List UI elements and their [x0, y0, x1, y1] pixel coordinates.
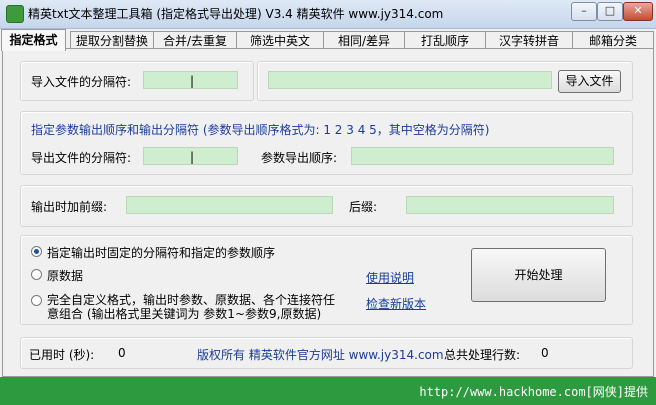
import-path-input[interactable] — [268, 71, 552, 89]
footer-group: 已用时 (秒): 0 版权所有 精英软件官方网址 www.jy314.com 总… — [20, 337, 633, 369]
status-bar: http://www.hackhome.com[网侠]提供 — [0, 377, 656, 405]
options-group: 指定输出时固定的分隔符和指定的参数顺序 原数据 完全自定义格式，输出时参数、原数… — [20, 235, 633, 325]
total-lines-label: 总共处理行数: — [444, 348, 521, 362]
option-fixed-label[interactable]: 指定输出时固定的分隔符和指定的参数顺序 — [47, 244, 275, 261]
import-separator-group: 导入文件的分隔符: | — [20, 61, 254, 101]
import-separator-label: 导入文件的分隔符: — [31, 75, 132, 89]
suffix-label: 后缀: — [349, 200, 378, 214]
prefix-input[interactable] — [126, 196, 333, 214]
elapsed-label: 已用时 (秒): — [29, 348, 95, 362]
option-custom-label-line2[interactable]: 意组合 (输出格式里关键词为 参数1~参数9,原数据) — [47, 305, 321, 322]
suffix-input[interactable] — [406, 196, 614, 214]
minimize-button[interactable]: – — [571, 2, 597, 21]
export-order-label: 参数导出顺序: — [261, 151, 338, 165]
export-settings-group: 指定参数输出顺序和输出分隔符 (参数导出顺序格式为: 1 2 3 4 5，其中空… — [20, 111, 633, 175]
import-file-group: 导入文件 — [257, 61, 633, 101]
export-format-info: 指定参数输出顺序和输出分隔符 (参数导出顺序格式为: 1 2 3 4 5，其中空… — [31, 123, 490, 137]
window-title: 精英txt文本整理工具箱 (指定格式导出处理) V3.4 精英软件 www.jy… — [28, 7, 444, 21]
status-bar-text: http://www.hackhome.com[网侠]提供 — [419, 385, 648, 399]
option-raw-radio[interactable] — [31, 269, 42, 280]
close-button[interactable]: ✕ — [623, 2, 653, 21]
import-file-button[interactable]: 导入文件 — [558, 70, 621, 93]
start-process-button[interactable]: 开始处理 — [471, 248, 606, 302]
total-lines-value: 0 — [541, 346, 549, 360]
affix-group: 输出时加前缀: 后缀: — [20, 185, 633, 227]
import-separator-input[interactable]: | — [143, 71, 238, 89]
prefix-label: 输出时加前缀: — [31, 200, 108, 214]
tab-format[interactable]: 指定格式 — [1, 29, 66, 51]
option-fixed-radio[interactable] — [31, 246, 42, 257]
elapsed-value: 0 — [118, 346, 126, 360]
export-separator-input[interactable]: | — [143, 147, 238, 165]
check-update-link[interactable]: 检查新版本 — [366, 295, 426, 312]
usage-link[interactable]: 使用说明 — [366, 269, 414, 286]
option-raw-label[interactable]: 原数据 — [47, 267, 83, 284]
maximize-button[interactable]: □ — [597, 2, 623, 21]
title-bar: 精英txt文本整理工具箱 (指定格式导出处理) V3.4 精英软件 www.jy… — [0, 0, 656, 29]
option-custom-radio[interactable] — [31, 295, 42, 306]
copyright-text: 版权所有 精英软件官方网址 www.jy314.com — [197, 348, 444, 362]
app-icon — [6, 5, 24, 23]
export-order-input[interactable] — [351, 147, 614, 165]
tab-panel: 导入文件的分隔符: | 导入文件 指定参数输出顺序和输出分隔符 (参数导出顺序格… — [2, 48, 654, 377]
tab-strip: 指定格式 提取分割替换 合并/去重复 筛选中英文 相同/差异 打乱顺序 汉字转拼… — [0, 29, 656, 51]
export-separator-label: 导出文件的分隔符: — [31, 151, 132, 165]
